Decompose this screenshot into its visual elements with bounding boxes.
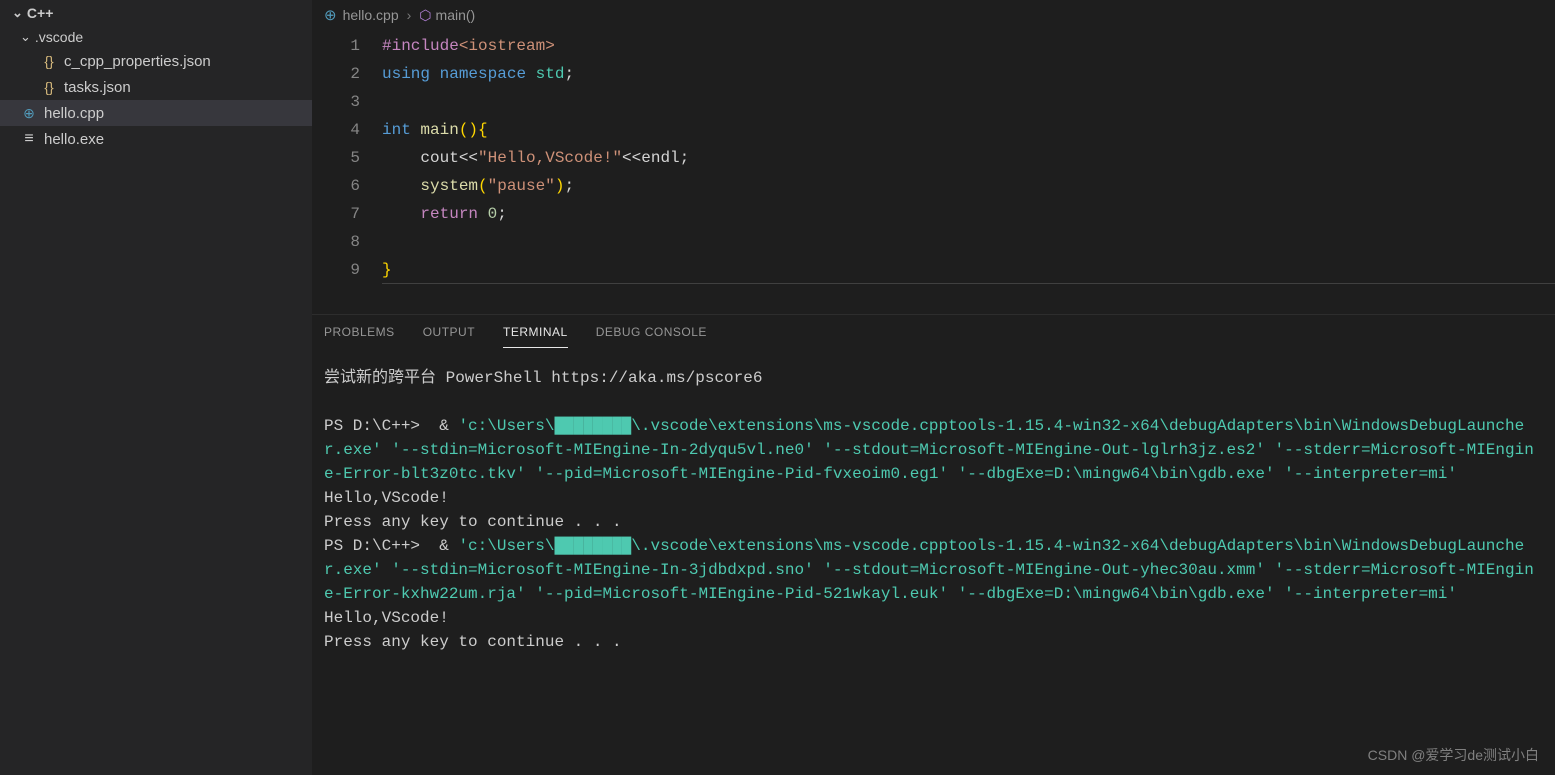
editor-main-area: ⊕ hello.cpp › ⬡ main() 1 2 3 4 5 6 7 8 9… [312, 0, 1555, 775]
sidebar-file-tasks-json[interactable]: {} tasks.json [0, 74, 312, 100]
folder-label: .vscode [35, 29, 83, 45]
file-label: hello.exe [44, 131, 104, 148]
json-file-icon: {} [40, 78, 58, 96]
line-number-gutter: 1 2 3 4 5 6 7 8 9 [312, 32, 382, 284]
breadcrumb[interactable]: ⊕ hello.cpp › ⬡ main() [312, 0, 1555, 30]
json-file-icon: {} [40, 52, 58, 70]
code-editor[interactable]: 1 2 3 4 5 6 7 8 9 #include<iostream> usi… [312, 30, 1555, 284]
tab-debug-console[interactable]: DEBUG CONSOLE [596, 325, 707, 348]
sidebar-folder-vscode[interactable]: ⌄ .vscode [0, 26, 312, 48]
project-name: C++ [27, 5, 53, 21]
breadcrumb-symbol: main() [436, 7, 476, 23]
sidebar-project-header[interactable]: ⌄ C++ [0, 0, 312, 26]
file-label: hello.cpp [44, 105, 104, 122]
watermark: CSDN @爱学习de测试小白 [1368, 745, 1539, 765]
method-icon: ⬡ [419, 7, 431, 24]
sidebar-file-hello-cpp[interactable]: ⊕ hello.cpp [0, 100, 312, 126]
tab-output[interactable]: OUTPUT [423, 325, 475, 348]
code-content[interactable]: #include<iostream> using namespace std; … [382, 32, 1555, 284]
tab-terminal[interactable]: TERMINAL [503, 325, 568, 348]
terminal-output[interactable]: 尝试新的跨平台 PowerShell https://aka.ms/pscore… [312, 348, 1555, 775]
sidebar-file-c-cpp-properties[interactable]: {} c_cpp_properties.json [0, 48, 312, 74]
chevron-down-icon: ⌄ [20, 29, 31, 45]
chevron-right-icon: › [407, 7, 412, 23]
bottom-panel: PROBLEMS OUTPUT TERMINAL DEBUG CONSOLE 尝… [312, 314, 1555, 775]
breadcrumb-file: hello.cpp [343, 7, 399, 23]
exe-file-icon: ≡ [20, 130, 38, 148]
sidebar-file-hello-exe[interactable]: ≡ hello.exe [0, 126, 312, 152]
file-label: tasks.json [64, 79, 131, 96]
file-explorer-sidebar: ⌄ C++ ⌄ .vscode {} c_cpp_properties.json… [0, 0, 312, 775]
cpp-file-icon: ⊕ [20, 104, 38, 122]
cpp-file-icon: ⊕ [324, 6, 337, 24]
file-label: c_cpp_properties.json [64, 53, 211, 70]
panel-tab-bar: PROBLEMS OUTPUT TERMINAL DEBUG CONSOLE [312, 315, 1555, 348]
chevron-down-icon: ⌄ [12, 5, 23, 21]
tab-problems[interactable]: PROBLEMS [324, 325, 395, 348]
